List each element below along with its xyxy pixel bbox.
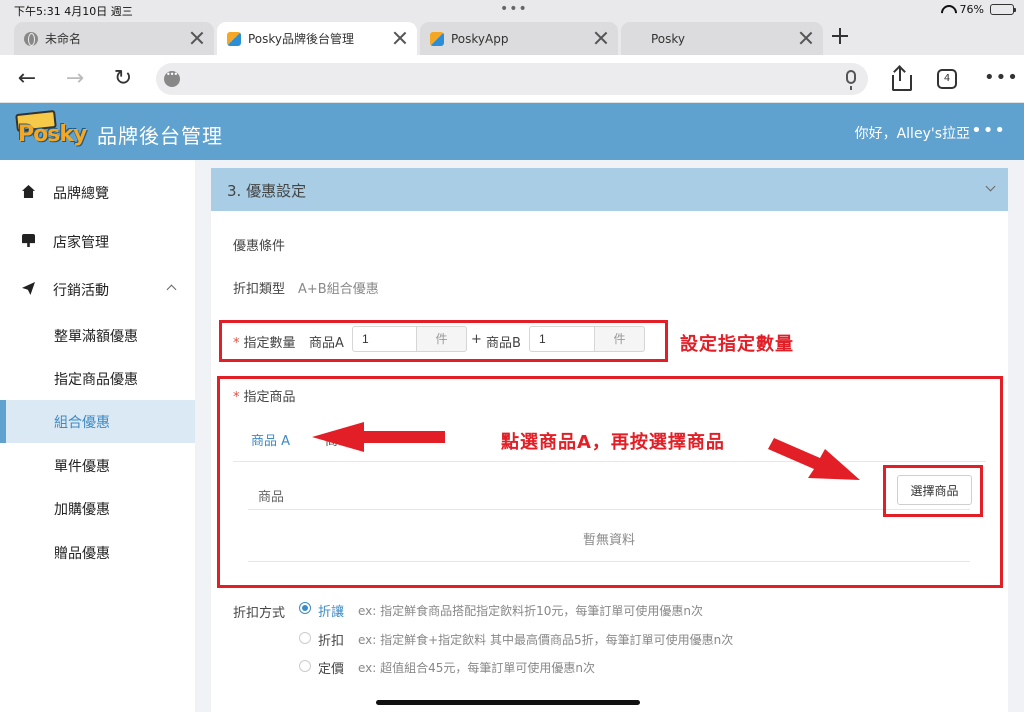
posky-favicon-icon (430, 31, 444, 46)
globe-icon (24, 31, 38, 46)
sidebar-item-marketing[interactable]: 行銷活動 (0, 267, 195, 311)
more-menu-icon[interactable]: ••• (984, 67, 1019, 88)
sidebar-item-store-management[interactable]: 店家管理 (0, 219, 195, 263)
posky-logo[interactable]: Posky (14, 109, 87, 152)
battery-percent: 76% (959, 3, 984, 16)
close-icon[interactable] (190, 31, 204, 45)
close-icon[interactable] (799, 31, 813, 45)
posky-favicon-icon (227, 31, 241, 46)
close-icon[interactable] (393, 31, 407, 45)
radio-fixed-price[interactable] (299, 660, 311, 672)
sidebar-sub-specific-product[interactable]: 指定商品優惠 (0, 357, 195, 400)
home-indicator (376, 700, 640, 705)
radio-rebate[interactable] (299, 602, 311, 614)
status-bar: 下午5:31 4月10日 週三 ••• 76% (0, 0, 1024, 20)
annotation-product-note: 點選商品A，再按選擇商品 (501, 432, 725, 453)
tab-label: Posky (651, 31, 686, 46)
chevron-down-icon[interactable] (985, 181, 996, 192)
multitask-dots-icon[interactable]: ••• (500, 1, 528, 17)
browser-tab-bar: 未命名 Posky品牌後台管理 PoskyApp Posky (0, 20, 1024, 55)
share-icon[interactable] (890, 65, 912, 91)
sidebar-item-brand-overview[interactable]: 品牌總覽 (0, 170, 195, 214)
option-fixed-price-label[interactable]: 定價 (318, 658, 344, 677)
back-arrow-icon[interactable]: ← (14, 65, 40, 91)
user-greeting: 你好，Alley's拉亞 (854, 126, 970, 142)
sidebar-sub-single-item[interactable]: 單件優惠 (0, 444, 195, 487)
address-bar[interactable] (156, 63, 868, 95)
option-rebate-label[interactable]: 折讓 (318, 601, 344, 620)
sidebar-sub-combo[interactable]: 組合優惠 (0, 400, 195, 443)
browser-tab-poskyapp[interactable]: PoskyApp (420, 22, 618, 55)
home-icon (22, 185, 35, 198)
paper-plane-icon (22, 282, 35, 295)
url-input[interactable] (188, 69, 828, 89)
browser-tab-untitled[interactable]: 未命名 (14, 22, 214, 55)
section-title: 3. 優惠設定 (227, 182, 307, 200)
reload-icon[interactable]: ↻ (110, 65, 136, 91)
browser-toolbar: ← → ↻ 4 ••• (0, 55, 1024, 103)
chevron-up-icon (166, 284, 177, 295)
app-header: Posky 品牌後台管理 你好，Alley's拉亞 ••• (0, 103, 1024, 160)
sidebar-sub-gift[interactable]: 贈品優惠 (0, 531, 195, 574)
status-time: 下午5:31 4月10日 週三 (14, 5, 133, 18)
annotation-box-choose-button (883, 465, 983, 517)
tab-label: Posky品牌後台管理 (248, 32, 355, 46)
annotation-box-qty (219, 320, 668, 362)
section-header-discount-settings[interactable]: 3. 優惠設定 (211, 168, 1008, 211)
radio-percent-off[interactable] (299, 632, 311, 644)
option-rebate-desc: ex: 指定鮮食商品搭配指定飲料折10元，每筆訂單可使用優惠n次 (358, 604, 704, 618)
battery-icon (990, 4, 1016, 15)
forward-arrow-icon[interactable]: → (62, 65, 88, 91)
wifi-icon (940, 5, 954, 15)
option-fixed-price-desc: ex: 超值組合45元，每筆訂單可使用優惠n次 (358, 661, 596, 675)
close-icon[interactable] (594, 31, 608, 45)
site-info-icon[interactable] (164, 70, 180, 87)
sidebar-sub-order-threshold[interactable]: 整單滿額優惠 (0, 314, 195, 357)
tab-label: 未命名 (45, 32, 82, 46)
sidebar: 品牌總覽 店家管理 行銷活動 整單滿額優惠 指定商品優惠 組合優惠 單件優惠 加… (0, 160, 195, 712)
tab-label: PoskyApp (451, 31, 509, 46)
microphone-icon[interactable] (846, 70, 856, 90)
annotation-qty-note: 設定指定數量 (680, 334, 794, 355)
new-tab-plus-icon[interactable] (832, 28, 848, 44)
discount-type-label: 折扣類型 (233, 282, 286, 297)
logo-text: Posky (18, 122, 87, 147)
sidebar-sub-add-on[interactable]: 加購優惠 (0, 487, 195, 530)
option-percent-off-label[interactable]: 折扣 (318, 630, 344, 649)
store-icon (22, 234, 35, 247)
header-more-icon[interactable]: ••• (971, 120, 1006, 141)
discount-type-value: A+B組合優惠 (298, 282, 379, 297)
browser-tab-posky-admin[interactable]: Posky品牌後台管理 (217, 22, 417, 55)
app-title: 品牌後台管理 (97, 124, 223, 148)
conditions-label: 優惠條件 (233, 239, 286, 254)
discount-method-label: 折扣方式 (233, 606, 286, 621)
tab-count-button[interactable]: 4 (937, 69, 957, 89)
browser-tab-posky[interactable]: Posky (621, 22, 823, 55)
option-percent-off-desc: ex: 指定鮮食+指定飲料 其中最高價商品5折，每筆訂單可使用優惠n次 (358, 633, 734, 647)
